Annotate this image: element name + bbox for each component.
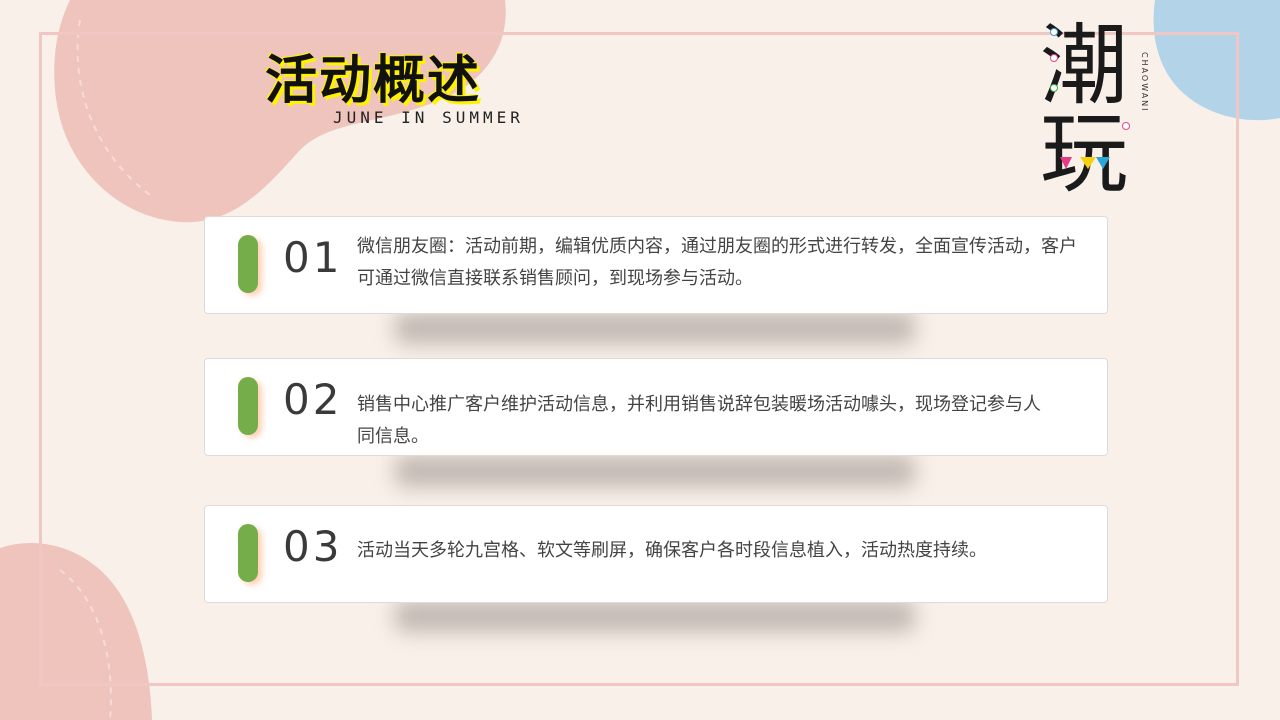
green-pill-icon [238, 235, 258, 293]
logo-char-2: 玩 [1040, 102, 1129, 205]
logo-triangle-icon [1060, 157, 1072, 169]
title-block: 活动概述 [265, 38, 481, 113]
card-shadow [395, 312, 915, 344]
logo-dot-icon [1050, 28, 1058, 36]
item-number: 01 [283, 233, 343, 282]
list-item: 03 活动当天多轮九宫格、软文等刷屏，确保客户各时段信息植入，活动热度持续。 [204, 505, 1108, 603]
item-text: 微信朋友圈：活动前期，编辑优质内容，通过朋友圈的形式进行转发，全面宣传活动，客户… [357, 236, 1077, 289]
page-subtitle: JUNE IN SUMMER [333, 108, 524, 127]
item-number: 02 [283, 375, 343, 424]
page-title: 活动概述 [265, 51, 482, 111]
list-item: 01 微信朋友圈：活动前期，编辑优质内容，通过朋友圈的形式进行转发，全面宣传活动… [204, 216, 1108, 314]
card-shadow [395, 455, 915, 487]
item-number: 03 [283, 522, 343, 571]
card-shadow [395, 600, 915, 632]
logo-dot-icon [1122, 122, 1130, 130]
logo-triangle-icon [1080, 157, 1096, 169]
item-text: 活动当天多轮九宫格、软文等刷屏，确保客户各时段信息植入，活动热度持续。 [357, 540, 987, 561]
logo-pinyin: CHAOWANI [1140, 52, 1149, 113]
green-pill-icon [238, 377, 258, 435]
brand-logo: 潮 玩 CHAOWANI [1040, 22, 1160, 217]
logo-dot-icon [1050, 84, 1058, 92]
list-item: 02 销售中心推广客户维护活动信息，并利用销售说辞包装暖场活动噱头，现场登记参与… [204, 358, 1108, 456]
logo-dot-icon [1050, 54, 1058, 62]
item-text: 销售中心推广客户维护活动信息，并利用销售说辞包装暖场活动噱头，现场登记参与人同信… [357, 394, 1041, 447]
logo-triangle-icon [1096, 157, 1110, 169]
green-pill-icon [238, 524, 258, 582]
